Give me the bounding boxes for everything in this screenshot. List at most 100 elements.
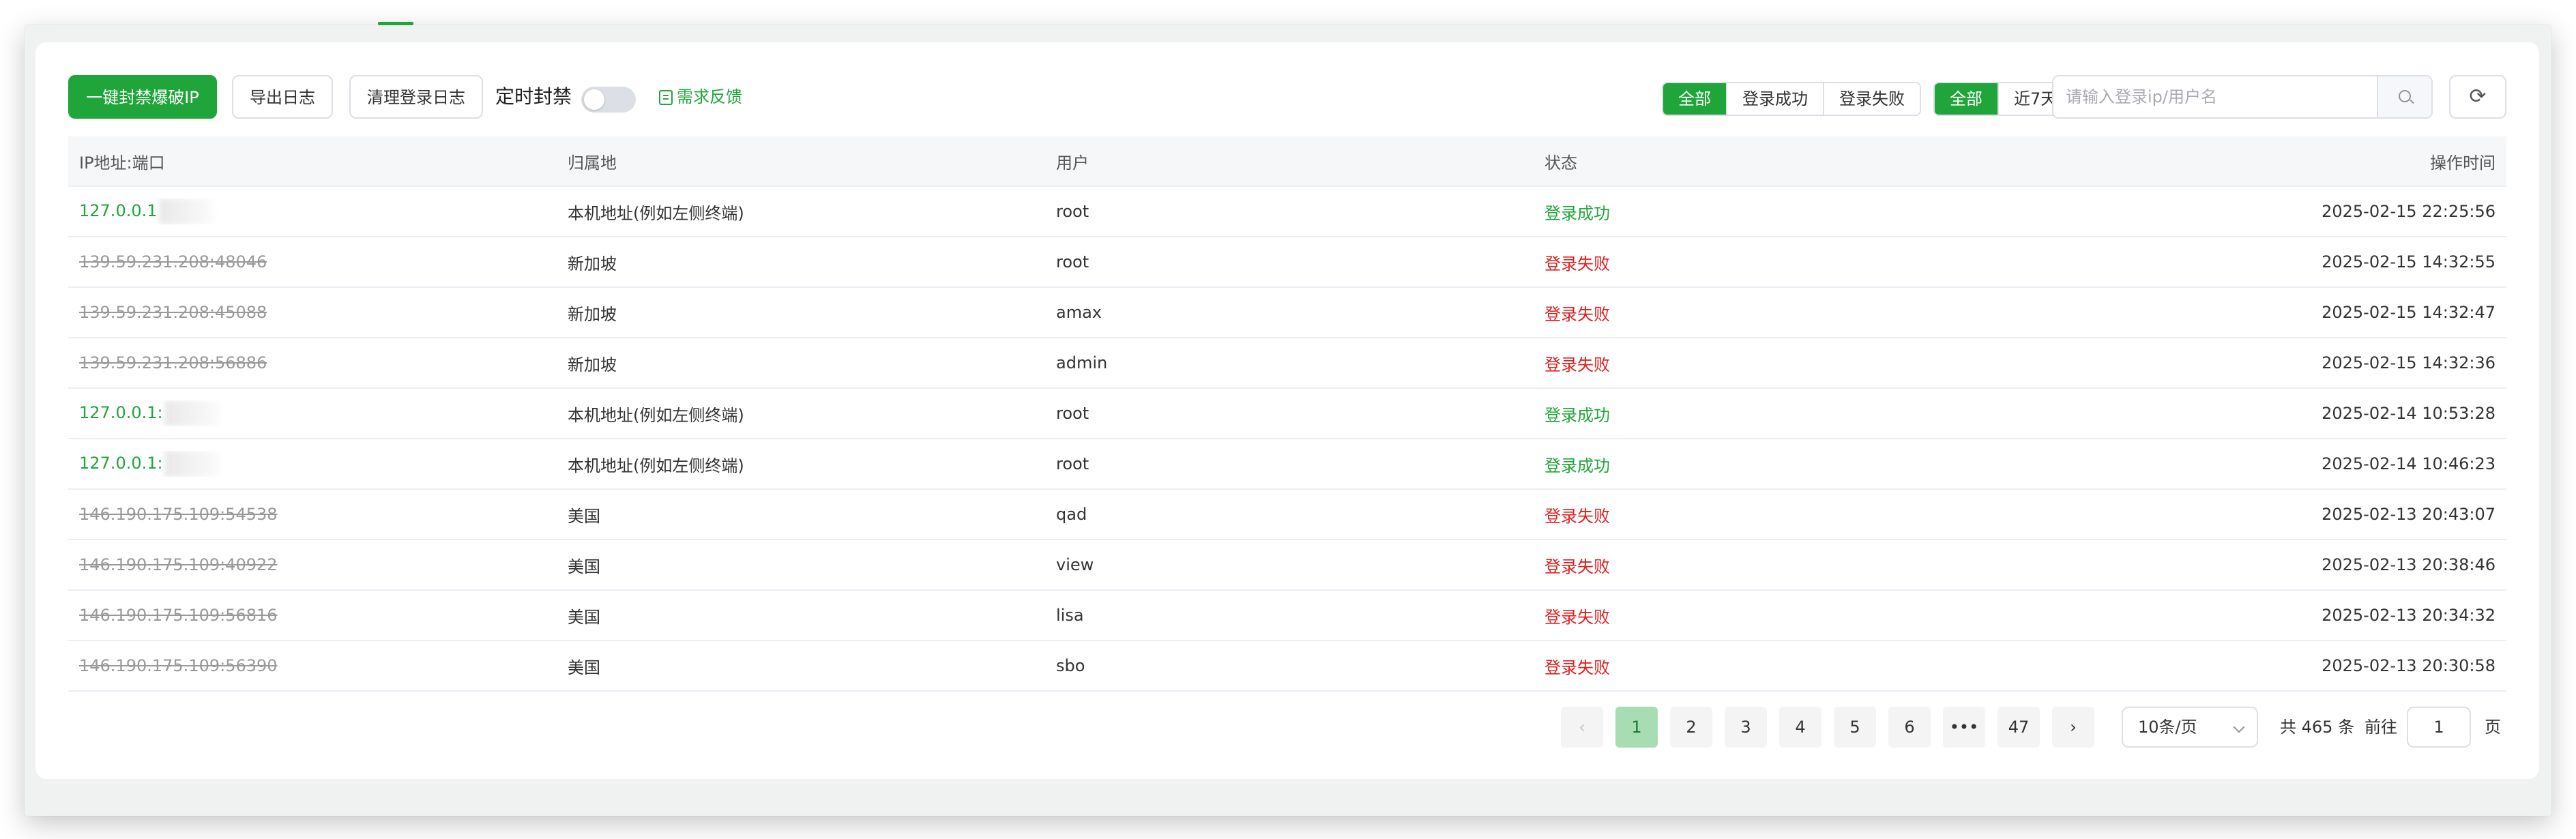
time-cell: 2025-02-15 14:32:36 bbox=[2322, 353, 2496, 372]
location-cell: 新加坡 bbox=[568, 254, 617, 274]
header-time[interactable]: 操作时间 bbox=[2022, 149, 2506, 173]
ip-port-text[interactable]: 146.190.175.109:54538 bbox=[79, 505, 278, 524]
status-cell: 登录成功 bbox=[1545, 203, 1610, 223]
time-cell: 2025-02-13 20:34:32 bbox=[2322, 606, 2496, 625]
search-input[interactable] bbox=[2053, 76, 2377, 117]
user-cell: root bbox=[1056, 454, 1089, 473]
status-filter-all[interactable]: 全部 bbox=[1663, 83, 1726, 115]
location-cell: 本机地址(例如左侧终端) bbox=[568, 203, 744, 223]
page-1[interactable]: 1 bbox=[1615, 707, 1658, 748]
page-6[interactable]: 6 bbox=[1888, 707, 1931, 748]
refresh-button[interactable]: ⟳ bbox=[2449, 75, 2506, 119]
ip-port-text[interactable]: 146.190.175.109:56816 bbox=[79, 606, 278, 625]
ip-port-cell[interactable]: 139.59.231.208:45088 bbox=[68, 303, 557, 322]
ip-port-cell[interactable]: 139.59.231.208:48046 bbox=[68, 252, 557, 271]
search-button[interactable] bbox=[2377, 76, 2431, 117]
ip-port-cell[interactable]: 146.190.175.109:56816 bbox=[68, 606, 557, 625]
user-cell: amax bbox=[1056, 303, 1102, 322]
location-cell: 美国 bbox=[568, 557, 600, 576]
status-filter-success[interactable]: 登录成功 bbox=[1726, 83, 1823, 115]
ip-port-text[interactable]: 139.59.231.208:45088 bbox=[79, 303, 267, 322]
page-more[interactable]: ••• bbox=[1943, 707, 1985, 748]
header-location: 归属地 bbox=[568, 153, 617, 173]
user-cell: root bbox=[1056, 404, 1089, 423]
user-cell: sbo bbox=[1056, 656, 1085, 675]
prev-page-button[interactable]: ‹ bbox=[1561, 707, 1603, 748]
page-suffix: 页 bbox=[2485, 718, 2501, 737]
location-cell: 本机地址(例如左侧终端) bbox=[568, 405, 744, 425]
ip-port-cell[interactable]: 146.190.175.109:54538 bbox=[68, 505, 557, 524]
status-cell: 登录失败 bbox=[1545, 506, 1610, 526]
location-cell: 美国 bbox=[568, 506, 600, 526]
feedback-icon bbox=[659, 90, 673, 105]
header-user: 用户 bbox=[1056, 153, 1089, 173]
ip-port-text[interactable]: 127.0.0.1: bbox=[79, 454, 163, 473]
active-tab-indicator bbox=[378, 22, 413, 25]
ip-port-cell[interactable]: 127.0.0.1: bbox=[68, 400, 557, 426]
status-cell: 登录失败 bbox=[1545, 658, 1610, 677]
status-filter: 全部 登录成功 登录失败 bbox=[1662, 82, 1921, 116]
search-box bbox=[2052, 75, 2433, 119]
page-5[interactable]: 5 bbox=[1834, 707, 1876, 748]
table-header: IP地址:端口 归属地 用户 状态 操作时间 bbox=[68, 136, 2506, 187]
ip-port-text[interactable]: 139.59.231.208:56886 bbox=[79, 353, 267, 372]
location-cell: 美国 bbox=[568, 658, 600, 677]
time-cell: 2025-02-13 20:43:07 bbox=[2322, 505, 2496, 524]
time-filter-all[interactable]: 全部 bbox=[1935, 83, 1997, 115]
chevron-down-icon bbox=[2233, 721, 2245, 733]
time-cell: 2025-02-15 22:25:56 bbox=[2322, 202, 2496, 221]
ban-bruteforce-ip-button[interactable]: 一键封禁爆破IP bbox=[68, 75, 217, 119]
status-cell: 登录失败 bbox=[1545, 557, 1610, 576]
total-count: 共 465 条 bbox=[2280, 718, 2355, 737]
status-cell: 登录失败 bbox=[1545, 254, 1610, 274]
header-ip-port: IP地址:端口 bbox=[79, 153, 165, 173]
schedule-ban-label: 定时封禁 bbox=[495, 85, 572, 108]
table-row: 139.59.231.208:48046 新加坡 root 登录失败 2025-02-1… bbox=[68, 237, 2506, 288]
toggle-knob bbox=[584, 89, 604, 110]
pagination: ‹ 1 2 3 4 5 6 ••• 47 › 10条/页 共 465 条 前往 … bbox=[35, 707, 2539, 748]
status-cell: 登录失败 bbox=[1545, 304, 1610, 324]
location-cell: 新加坡 bbox=[568, 355, 617, 374]
user-cell: lisa bbox=[1056, 606, 1084, 625]
user-cell: admin bbox=[1056, 353, 1108, 372]
ip-port-cell[interactable]: 139.59.231.208:56886 bbox=[68, 353, 557, 372]
feedback-link[interactable]: 需求反馈 bbox=[659, 75, 742, 119]
table-body: 127.0.0.1 本机地址(例如左侧终端) root 登录成功 2025-02-15 … bbox=[68, 187, 2506, 692]
page-3[interactable]: 3 bbox=[1725, 707, 1767, 748]
ip-port-cell[interactable]: 127.0.0.1: bbox=[68, 451, 557, 477]
user-cell: root bbox=[1056, 202, 1089, 221]
clear-login-log-button[interactable]: 清理登录日志 bbox=[349, 75, 483, 119]
page-4[interactable]: 4 bbox=[1779, 707, 1821, 748]
location-cell: 本机地址(例如左侧终端) bbox=[568, 456, 744, 475]
location-cell: 美国 bbox=[568, 607, 600, 627]
feedback-link-label: 需求反馈 bbox=[677, 87, 742, 106]
ip-port-cell[interactable]: 127.0.0.1 bbox=[68, 198, 557, 224]
page-47[interactable]: 47 bbox=[1997, 707, 2040, 748]
goto-page-input[interactable]: 1 bbox=[2407, 707, 2471, 748]
time-cell: 2025-02-13 20:38:46 bbox=[2322, 555, 2496, 574]
table-row: 139.59.231.208:45088 新加坡 amax 登录失败 2025-02-1… bbox=[68, 288, 2506, 338]
table-row: 146.190.175.109:54538 美国 qad 登录失败 2025-02-13… bbox=[68, 490, 2506, 540]
ip-port-cell[interactable]: 146.190.175.109:40922 bbox=[68, 555, 557, 574]
export-log-button[interactable]: 导出日志 bbox=[232, 75, 333, 119]
user-cell: view bbox=[1056, 555, 1094, 574]
ip-port-cell[interactable]: 146.190.175.109:56390 bbox=[68, 656, 557, 675]
refresh-icon: ⟳ bbox=[2469, 85, 2487, 108]
redacted-port bbox=[164, 400, 219, 426]
user-cell: root bbox=[1056, 252, 1089, 271]
ip-port-text[interactable]: 127.0.0.1: bbox=[79, 403, 163, 422]
ip-port-text[interactable]: 139.59.231.208:48046 bbox=[79, 252, 267, 271]
toolbar: 一键封禁爆破IP 导出日志 清理登录日志 定时封禁 需求反馈 全部 登录成功 登… bbox=[68, 75, 2506, 119]
next-page-button[interactable]: › bbox=[2052, 707, 2094, 748]
page-size-select[interactable]: 10条/页 bbox=[2122, 707, 2258, 748]
ip-port-text[interactable]: 146.190.175.109:56390 bbox=[79, 656, 278, 675]
table-row: 127.0.0.1: 本机地址(例如左侧终端) root 登录成功 2025-02-14… bbox=[68, 439, 2506, 490]
status-cell: 登录成功 bbox=[1545, 405, 1610, 425]
ip-port-text[interactable]: 127.0.0.1 bbox=[79, 201, 158, 220]
ip-port-text[interactable]: 146.190.175.109:40922 bbox=[79, 555, 278, 574]
page-2[interactable]: 2 bbox=[1670, 707, 1712, 748]
status-filter-failure[interactable]: 登录失败 bbox=[1823, 83, 1920, 115]
schedule-ban-toggle[interactable] bbox=[581, 87, 636, 113]
time-cell: 2025-02-13 20:30:58 bbox=[2322, 656, 2496, 675]
table-row: 127.0.0.1: 本机地址(例如左侧终端) root 登录成功 2025-02-14… bbox=[68, 389, 2506, 439]
